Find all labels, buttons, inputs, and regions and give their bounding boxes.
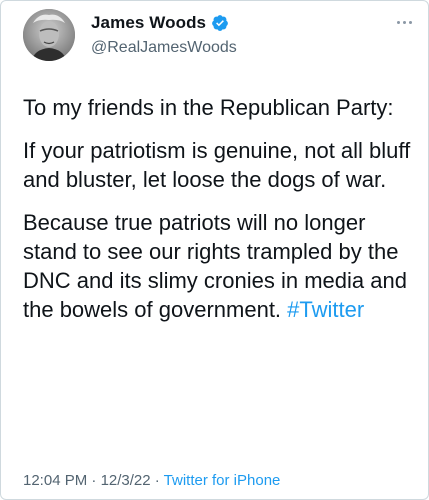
tweet-text: To my friends in the Republican Party: I… — [23, 93, 413, 338]
author-handle[interactable]: @RealJamesWoods — [91, 39, 237, 57]
more-dot — [396, 20, 400, 24]
author-name-row: James Woods — [91, 13, 229, 33]
meta-separator: · — [150, 472, 164, 489]
hashtag-link[interactable]: #Twitter — [287, 297, 364, 322]
avatar[interactable] — [23, 9, 75, 61]
more-options-icon[interactable] — [392, 15, 416, 29]
tweet-card: James Woods @RealJamesWoods To my friend… — [0, 0, 429, 500]
tweet-paragraph-1: To my friends in the Republican Party: — [23, 95, 394, 120]
tweet-time[interactable]: 12:04 PM — [23, 472, 87, 489]
tweet-source-link[interactable]: Twitter for iPhone — [164, 472, 281, 489]
more-dot — [408, 20, 412, 24]
tweet-meta: 12:04 PM · 12/3/22 · Twitter for iPhone — [23, 472, 280, 489]
tweet-date[interactable]: 12/3/22 — [101, 472, 151, 489]
meta-separator: · — [87, 472, 101, 489]
author-name[interactable]: James Woods — [91, 13, 206, 33]
avatar-photo-icon — [23, 9, 75, 61]
more-dot — [402, 20, 406, 24]
verified-badge-icon — [211, 14, 229, 32]
tweet-paragraph-2: If your patriotism is genuine, not all b… — [23, 138, 411, 192]
tweet-paragraph-3: Because true patriots will no longer sta… — [23, 208, 413, 324]
